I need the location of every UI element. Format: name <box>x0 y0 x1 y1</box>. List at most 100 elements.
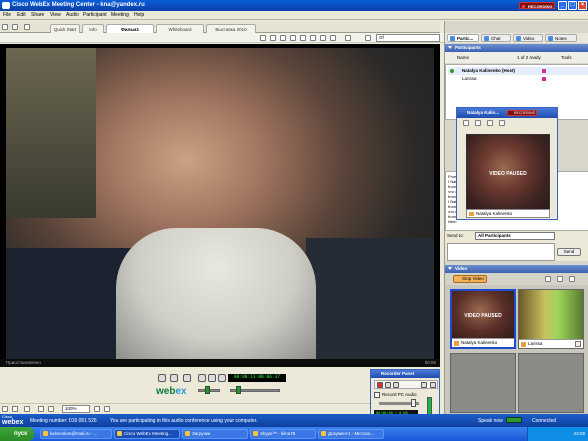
rectangle-icon[interactable] <box>290 35 296 41</box>
taskbar-item[interactable]: Cisco WebEx Meeting... <box>114 429 180 439</box>
tab-whiteboard[interactable]: Whiteboard <box>156 24 204 33</box>
video-options-icon[interactable] <box>569 276 575 282</box>
video-thumb-host[interactable]: VIDEO PAUSED Natalya Kalinenko <box>450 289 516 349</box>
word-icon <box>321 431 326 436</box>
larissa-video-feed <box>519 290 583 340</box>
video-section-header[interactable]: Video <box>445 265 588 273</box>
chevron-down-icon[interactable] <box>575 341 581 347</box>
stop-record-button[interactable] <box>393 382 399 388</box>
taskbar-item[interactable]: Загрузки <box>182 429 248 439</box>
menu-file[interactable]: File <box>3 12 11 18</box>
send-button[interactable]: Send <box>557 248 581 256</box>
stop-video-button[interactable]: Stop Video <box>453 275 487 283</box>
close-button[interactable]: × <box>578 1 587 10</box>
mic-level-icon[interactable] <box>506 417 522 423</box>
menu-help[interactable]: Help <box>134 12 144 18</box>
video-status-bar: Приостановлено 00:00 <box>0 359 440 367</box>
recording-badge-label: RECORDING <box>528 4 553 9</box>
webex-logo-part1: web <box>156 386 176 397</box>
text-icon[interactable] <box>270 35 276 41</box>
new-doc-icon[interactable] <box>2 24 8 30</box>
open-doc-icon[interactable] <box>12 24 18 30</box>
record-audio-checkbox[interactable] <box>374 392 380 398</box>
record-button[interactable] <box>377 382 383 388</box>
title-bar: Cisco WebEx Meeting Center - kna@yandex.… <box>0 0 588 11</box>
minimize-button[interactable]: _ <box>558 1 567 10</box>
send-to-select[interactable]: All Participants <box>475 232 555 240</box>
menu-view[interactable]: View <box>50 12 61 18</box>
start-label: пуск <box>14 431 28 437</box>
start-button[interactable]: пуск <box>0 427 34 441</box>
participant-row[interactable]: Larissa <box>448 75 588 83</box>
tab-exhibition[interactable]: Выставка 2010 <box>206 24 256 33</box>
menu-audio[interactable]: Audio <box>66 12 79 18</box>
pause-record-button[interactable] <box>385 382 391 388</box>
position-slider-knob[interactable] <box>205 386 210 394</box>
mute-icon[interactable] <box>170 374 178 382</box>
record-volume-knob[interactable] <box>411 399 416 407</box>
name-column[interactable]: Name <box>457 52 469 63</box>
snapshot-icon[interactable] <box>487 120 493 126</box>
floating-video-window[interactable]: Natalya Kalin... RECORDING VIDEO PAUSED … <box>456 107 558 220</box>
taskbar-item[interactable]: kalinenkon@mail.ru - ... <box>40 429 112 439</box>
volume-icon[interactable] <box>158 374 166 382</box>
expand-icon[interactable] <box>499 120 505 126</box>
color-icon[interactable] <box>320 35 326 41</box>
tab-chat[interactable]: Chat <box>481 34 511 42</box>
clock[interactable]: 22:06 <box>574 431 585 436</box>
full-screen-video-icon[interactable] <box>557 276 563 282</box>
tab-quick-start[interactable]: Quick Start <box>50 24 80 33</box>
recorder-controls <box>374 380 438 389</box>
recorder-title[interactable]: Recorder Panel <box>371 370 439 378</box>
chat-message-input[interactable] <box>447 243 555 261</box>
save-doc-icon[interactable] <box>24 24 30 30</box>
sync-view-icon[interactable] <box>24 406 30 412</box>
recorder-info-icon[interactable] <box>430 382 436 388</box>
stop-icon[interactable] <box>218 374 226 382</box>
tab-participants-label: Partic... <box>457 36 474 41</box>
taskbar-item[interactable]: Skype™ - kilna78 <box>250 429 316 439</box>
tab-video[interactable]: Video <box>513 34 543 42</box>
thumbnail-view-icon[interactable] <box>2 406 8 412</box>
print-icon[interactable] <box>475 120 481 126</box>
maximize-button[interactable]: □ <box>568 1 577 10</box>
tab-notes[interactable]: Notes <box>545 34 577 42</box>
tab-info[interactable]: Info <box>82 24 104 33</box>
eraser-icon[interactable] <box>330 35 336 41</box>
taskbar-item[interactable]: Документ1 - Microso... <box>318 429 384 439</box>
rotate-left-icon[interactable] <box>38 406 44 412</box>
volume-slider-knob[interactable] <box>236 386 241 394</box>
play-icon[interactable] <box>198 374 206 382</box>
rotate-right-icon[interactable] <box>48 406 54 412</box>
video-paused-label: VIDEO PAUSED <box>489 171 527 177</box>
pen-icon[interactable] <box>310 35 316 41</box>
participant-row[interactable]: Natalya Kalinenko (Host) <box>448 67 588 75</box>
camera-settings-icon[interactable] <box>463 120 469 126</box>
menu-edit[interactable]: Edit <box>17 12 26 18</box>
video-sweater <box>116 228 316 359</box>
clear-icon[interactable] <box>345 35 351 41</box>
webex-app-icon <box>2 2 10 9</box>
menu-meeting[interactable]: Meeting <box>111 12 129 18</box>
highlighter-icon[interactable] <box>300 35 306 41</box>
pause-icon[interactable] <box>208 374 216 382</box>
recording-badge[interactable]: RECORDING <box>519 2 555 9</box>
zoom-out-icon[interactable] <box>104 406 110 412</box>
line-icon[interactable] <box>280 35 286 41</box>
pointer-icon[interactable] <box>260 35 266 41</box>
tab-participants[interactable]: Partic... <box>447 34 479 42</box>
menu-share[interactable]: Share <box>31 12 44 18</box>
zoom-in-icon[interactable] <box>94 406 100 412</box>
recorder-settings-icon[interactable] <box>421 382 427 388</box>
shared-video-area[interactable] <box>0 44 440 367</box>
zoom-select[interactable]: 100% <box>62 405 90 413</box>
menu-participant[interactable]: Participant <box>83 12 107 18</box>
participants-header[interactable]: Participants <box>445 44 588 52</box>
layout-icon[interactable] <box>545 276 551 282</box>
video-thumb-larissa[interactable]: Larissa <box>518 289 584 349</box>
prev-page-icon[interactable] <box>365 35 371 41</box>
full-screen-view-icon[interactable] <box>12 406 18 412</box>
page-select[interactable]: Of <box>376 34 440 42</box>
fullscreen-icon[interactable] <box>183 374 191 382</box>
tab-film1[interactable]: Фильм1 <box>106 24 154 33</box>
